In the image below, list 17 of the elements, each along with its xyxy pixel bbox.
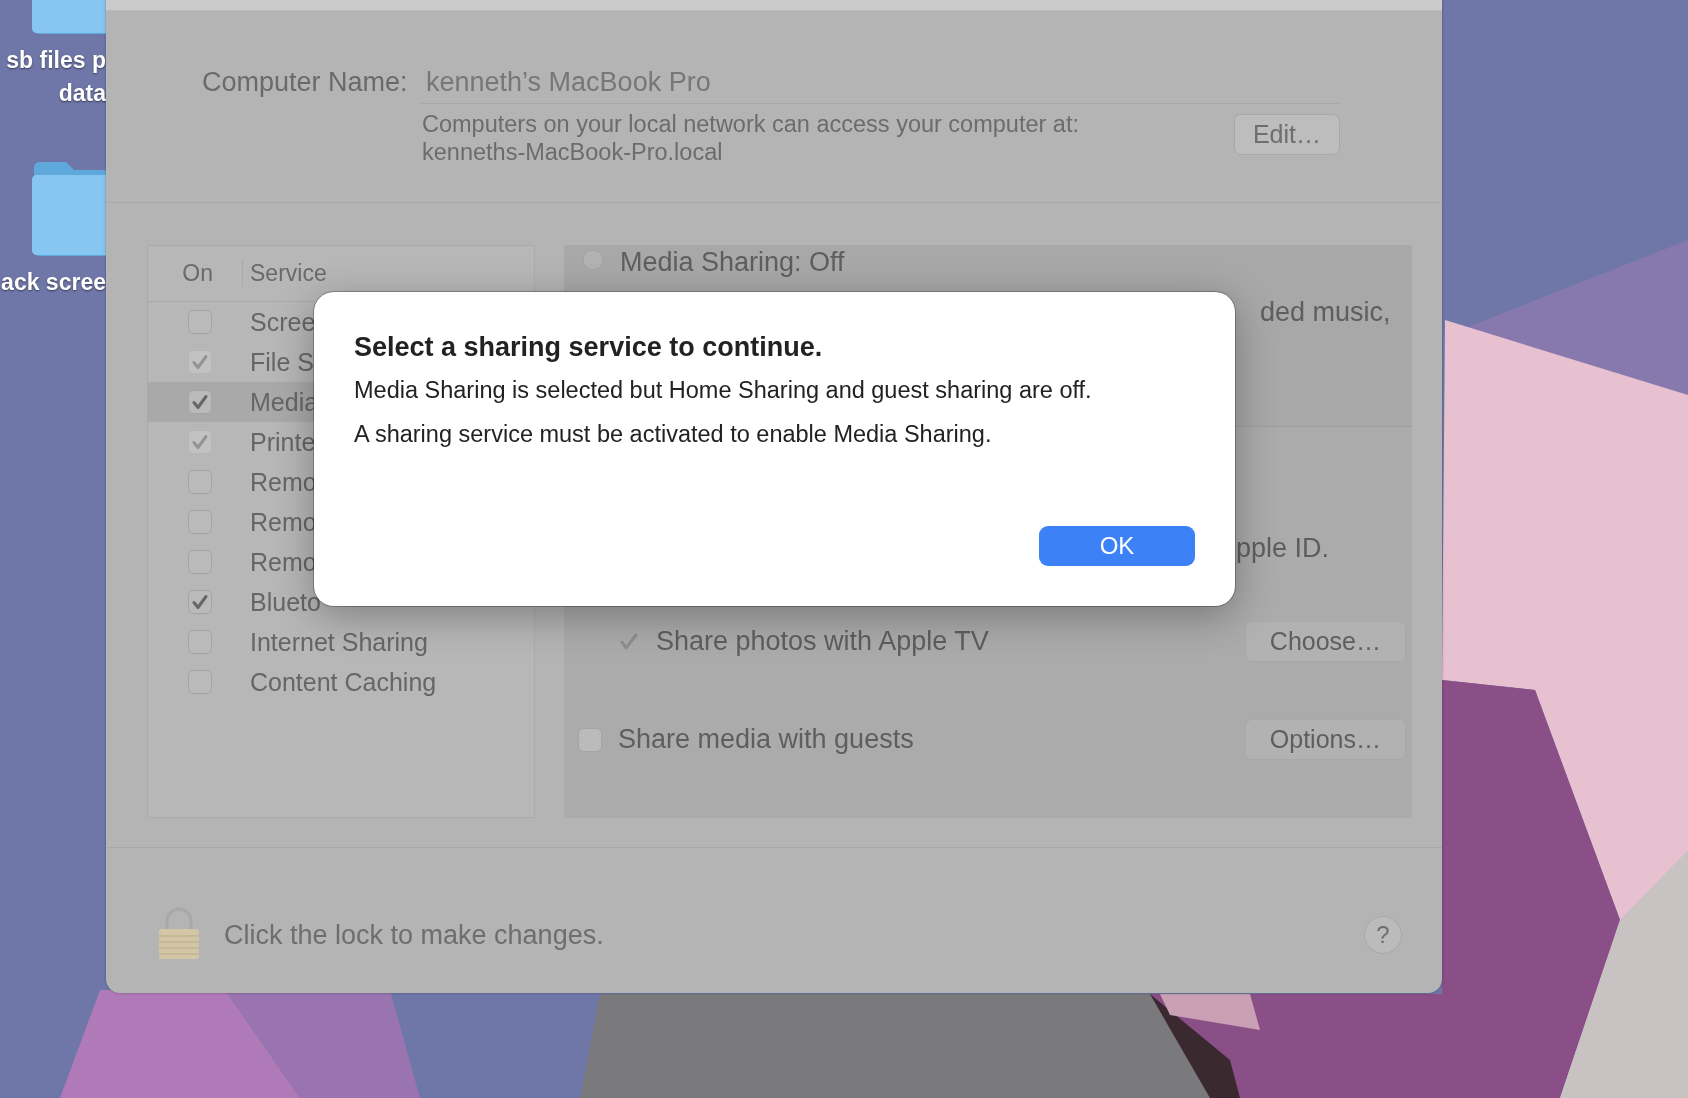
status-text: Media Sharing: Off bbox=[620, 247, 845, 278]
dialog-title: Select a sharing service to continue. bbox=[354, 332, 824, 363]
column-header: On bbox=[148, 260, 243, 287]
option-label: Share photos with Apple TV bbox=[656, 626, 990, 657]
note-text: Computers on your local network can access your computer at: bbox=[422, 110, 1079, 138]
description-text: ded music, bbox=[1260, 297, 1391, 328]
file-name: sb files p bbox=[6, 46, 106, 75]
option-label: Share media with guests bbox=[618, 724, 915, 755]
column-header: Service bbox=[249, 260, 327, 287]
note-text: pple ID. bbox=[1236, 533, 1330, 564]
lock-text: Click the lock to make changes. bbox=[224, 919, 605, 951]
file-name: data bbox=[57, 79, 106, 108]
field-label: Computer Name: bbox=[202, 67, 409, 98]
dialog-message: Media Sharing is selected but Home Sharing and guest sharing are off. bbox=[354, 377, 1093, 404]
dialog-message: A sharing service must be activated to enable Media Sharing. bbox=[354, 421, 993, 448]
file-name: ack scree bbox=[1, 268, 106, 297]
note-text: kenneths-MacBook-Pro.local bbox=[422, 138, 724, 166]
